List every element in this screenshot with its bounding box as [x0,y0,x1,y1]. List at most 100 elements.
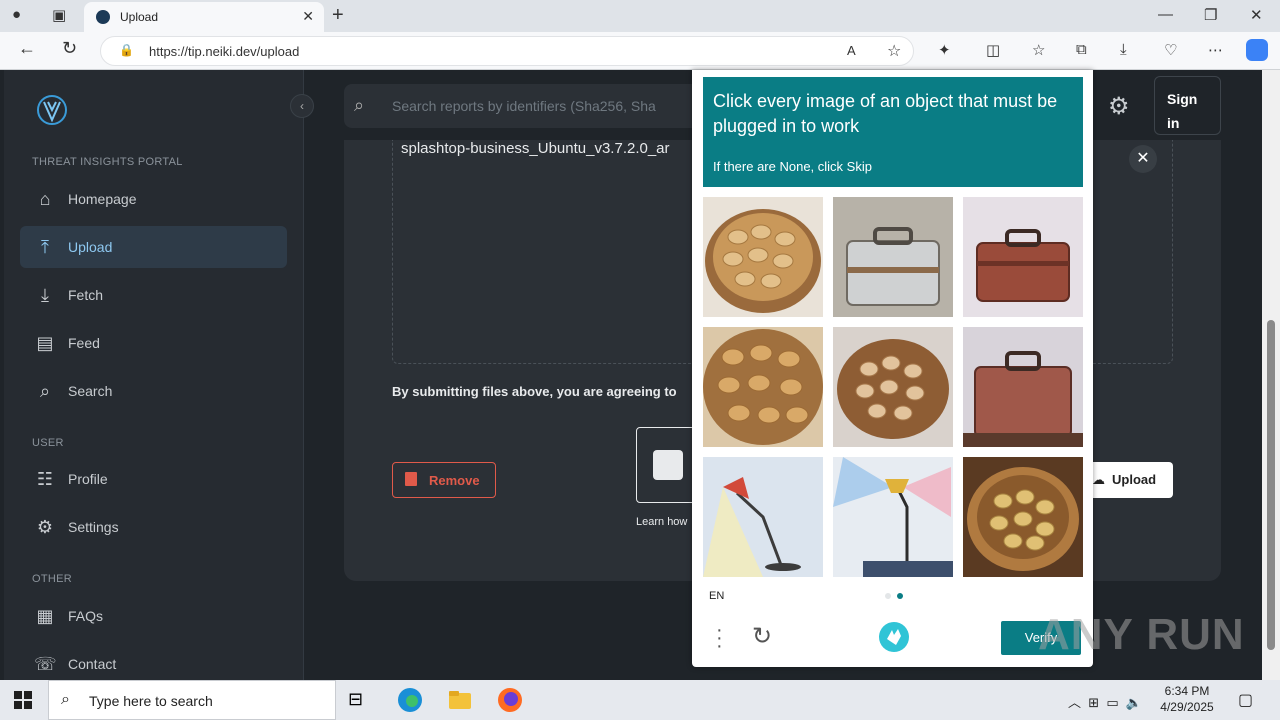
page-scrollbar[interactable] [1262,70,1280,680]
remove-button[interactable]: Remove [392,462,496,498]
sidebar-item-feed[interactable]: ▤ Feed [20,322,287,364]
sidebar-item-label: Contact [68,656,117,672]
sign-in-button[interactable]: Sign in [1154,76,1221,135]
captcha-tile-lamp[interactable] [833,457,953,577]
captcha-tile-potatoes[interactable] [833,327,953,447]
sidebar-item-search[interactable]: ⌕ Search [20,370,287,412]
new-tab-button[interactable]: + [332,4,344,27]
captcha-refresh-icon[interactable]: ↻ [752,622,772,651]
sidebar-item-contact[interactable]: ☏ Contact [20,643,287,680]
faq-icon: ▦ [36,606,54,626]
terms-text: By submitting files above, you are agree… [392,384,677,399]
captcha-page-dot-active [897,593,903,599]
sidebar-item-label: Search [68,383,113,399]
anyrun-watermark: ANY RUN [1038,610,1245,659]
url-field[interactable]: 🔒 https://tip.neiki.dev/upload A ☆ [100,36,914,66]
browser-essentials-icon[interactable]: ♡ [1164,41,1177,59]
captcha-tile-potatoes[interactable] [963,457,1083,577]
system-tray-icons[interactable]: ︿ ⊞ ▭ 🔈 [1068,692,1142,711]
captcha-checkbox[interactable] [653,450,683,480]
search-icon: ⌕ [354,95,365,115]
captcha-language-selector[interactable]: EN [709,590,724,602]
selected-filename: splashtop-business_Ubuntu_v3.7.2.0_ar [401,140,670,157]
taskbar-clock[interactable]: 6:34 PM 4/29/2025 [1150,683,1224,715]
taskbar-search-placeholder: Type here to search [89,693,213,709]
tab-actions-icon[interactable]: ▣ [52,6,66,24]
sidebar-item-fetch[interactable]: ⤓ Fetch [20,274,287,316]
sidebar-item-upload[interactable]: ⤒ Upload [20,226,287,268]
sidebar-item-label: Homepage [68,191,137,207]
sidebar-item-label: Upload [68,239,113,255]
section-label-other: OTHER [32,573,72,585]
sidebar-item-profile[interactable]: ☷ Profile [20,458,287,500]
collections-icon[interactable]: ⧉ [1076,41,1087,58]
captcha-tile-potatoes[interactable] [703,327,823,447]
contact-icon: ☏ [34,654,57,674]
hcaptcha-logo-icon [879,622,909,652]
captcha-tile-lamp[interactable] [703,457,823,577]
task-view-icon[interactable]: ⊟ [348,689,376,717]
browser-address-bar: ← ↻ 🔒 https://tip.neiki.dev/upload A ☆ ✦… [0,32,1280,70]
window-close-icon[interactable]: ✕ [1250,6,1263,24]
edge-browser-icon[interactable] [396,686,424,714]
search-icon: ⌕ [61,691,70,708]
search-placeholder: Search reports by identifiers (Sha256, S… [392,98,656,114]
sidebar-item-label: Settings [68,519,119,535]
firefox-icon[interactable] [496,686,524,714]
windows-start-icon[interactable] [14,691,32,709]
sidebar-item-homepage[interactable]: ⌂ Homepage [20,178,287,220]
split-screen-icon[interactable]: ◫ [986,41,1000,59]
captcha-tile-potatoes[interactable] [703,197,823,317]
back-icon[interactable]: ← [18,38,36,59]
captcha-tile-suitcase[interactable] [963,197,1083,317]
captcha-close-button[interactable]: ✕ [1129,145,1157,173]
section-label-user: USER [32,437,64,449]
captcha-subtitle: If there are None, click Skip [713,159,872,174]
sidebar: THREAT INSIGHTS PORTAL ⌂ Homepage ⤒ Uplo… [4,70,304,680]
captcha-tile-suitcase[interactable] [833,197,953,317]
read-aloud-icon[interactable]: A [847,43,856,58]
sidebar-item-faqs[interactable]: ▦ FAQs [20,595,287,637]
copilot-icon[interactable] [1246,39,1268,61]
captcha-menu-icon[interactable]: · · · [716,620,724,656]
profile-avatar-icon[interactable]: ● [12,6,21,23]
windows-taskbar: ⌕ Type here to search ⊟ ︿ ⊞ ▭ 🔈 6:34 PM … [0,680,1280,720]
captcha-tile-suitcase[interactable] [963,327,1083,447]
remove-label: Remove [429,473,480,488]
taskbar-search-input[interactable]: ⌕ Type here to search [48,680,336,720]
scrollbar-thumb[interactable] [1267,320,1275,650]
trash-icon [405,472,417,486]
sidebar-item-label: Profile [68,471,108,487]
downloads-icon[interactable]: ⤓ [1120,41,1127,58]
report-search-input[interactable]: ⌕ Search reports by identifiers (Sha256,… [344,84,704,128]
reload-icon[interactable]: ↻ [62,38,77,59]
sidebar-item-settings[interactable]: ⚙ Settings [20,506,287,548]
tab-close-icon[interactable]: ✕ [302,8,314,25]
browser-tab-upload[interactable]: Upload ✕ [84,2,324,32]
sidebar-item-label: FAQs [68,608,104,624]
sidebar-collapse-button[interactable]: ‹ [290,94,314,118]
settings-more-icon[interactable]: ⋯ [1208,41,1223,59]
extensions-icon[interactable]: ✦ [938,41,951,59]
favorites-icon[interactable]: ☆ [1032,41,1045,59]
feed-icon: ▤ [36,333,54,353]
profile-icon: ☷ [36,469,54,489]
section-label-portal: THREAT INSIGHTS PORTAL [32,156,183,168]
file-explorer-icon[interactable] [446,686,474,714]
sidebar-item-label: Fetch [68,287,104,303]
sign-in-label: Sign in [1167,91,1198,131]
browser-tab-bar: ● ▣ Upload ✕ + — ❐ ✕ [0,0,1280,32]
upload-label: Upload [1112,472,1157,487]
search-icon: ⌕ [39,381,51,401]
fetch-icon: ⤓ [41,285,49,305]
notifications-icon[interactable]: ▢ [1238,690,1253,710]
favorite-star-icon[interactable]: ☆ [887,41,901,61]
sidebar-item-label: Feed [68,335,100,351]
minimize-icon[interactable]: — [1158,6,1173,23]
learn-how-link[interactable]: Learn how [636,516,687,528]
settings-gear-icon[interactable]: ⚙ [1108,92,1130,121]
upload-icon: ⤒ [41,237,49,257]
upload-button[interactable]: ☁ Upload [1080,462,1173,498]
restore-icon[interactable]: ❐ [1204,6,1217,24]
tab-title: Upload [120,10,159,24]
